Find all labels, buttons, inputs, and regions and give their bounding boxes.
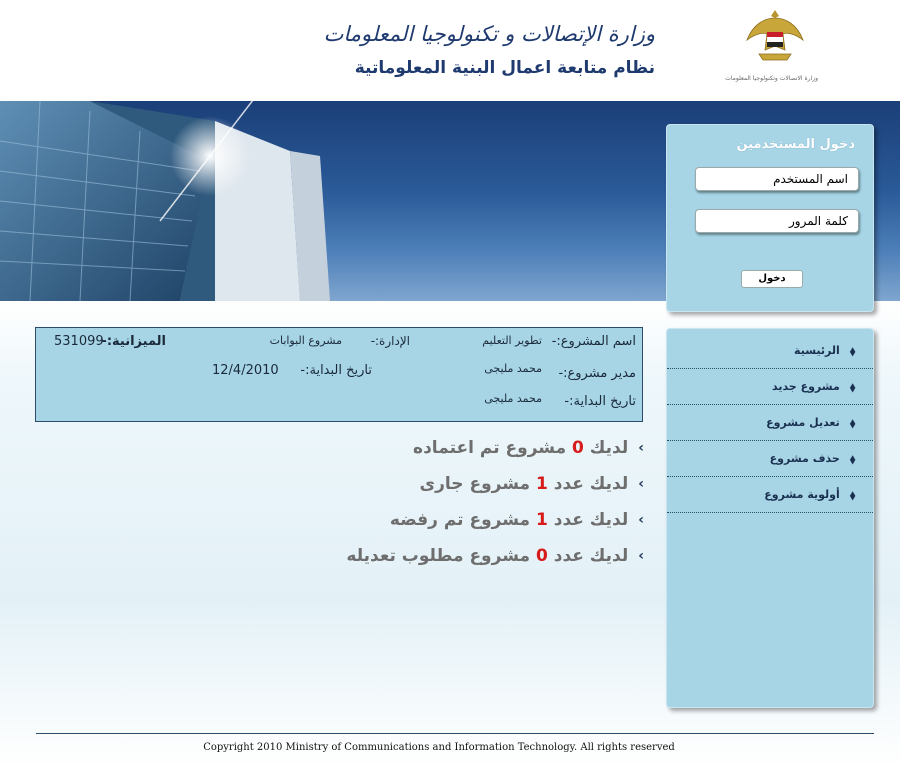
diamond-bullet-icon: ◆ — [849, 379, 856, 394]
nav-item-new-project[interactable]: ◆ مشروع جديد — [667, 369, 873, 405]
budget-value: 531099 — [54, 334, 104, 349]
login-title: دخول المستخدمين — [736, 137, 855, 152]
side-nav: ◆ الرئيسية ◆ مشروع جديد ◆ تعديل مشروع ◆ … — [666, 328, 874, 708]
status-prefix: لديك عدد — [553, 510, 629, 530]
nav-item-edit-project[interactable]: ◆ تعديل مشروع — [667, 405, 873, 441]
project-info-box: اسم المشروع:- تطوير التعليم الإدارة:- مش… — [35, 327, 643, 422]
status-in-progress[interactable]: › لديك عدد 1 مشروع جارى — [420, 472, 644, 496]
diamond-bullet-icon: ◆ — [849, 415, 856, 430]
nav-item-project-priority[interactable]: ◆ أولوية مشروع — [667, 477, 873, 513]
nav-item-home[interactable]: ◆ الرئيسية — [667, 333, 873, 369]
project-name-value: تطوير التعليم — [482, 334, 542, 347]
nav-item-label: أولوية مشروع — [764, 488, 840, 501]
nav-item-label: تعديل مشروع — [766, 416, 840, 429]
status-prefix: لديك عدد — [553, 474, 629, 494]
ministry-title: وزارة الإتصالات و تكنولوجيا المعلومات — [323, 22, 655, 46]
project-manager-label: مدير مشروع:- — [558, 366, 636, 381]
status-prefix: لديك — [589, 438, 629, 458]
footer-divider — [36, 733, 874, 734]
nav-item-delete-project[interactable]: ◆ حذف مشروع — [667, 441, 873, 477]
chevron-left-icon: › — [638, 512, 644, 528]
system-subtitle: نظام متابعة اعمال البنية المعلوماتية — [354, 58, 655, 78]
nav-item-label: حذف مشروع — [769, 452, 840, 465]
password-input[interactable]: كلمة المرور — [695, 209, 859, 233]
status-rejected[interactable]: › لديك عدد 1 مشروع تم رفضه — [390, 508, 644, 532]
nav-item-label: مشروع جديد — [771, 380, 840, 393]
login-button[interactable]: دخول — [741, 270, 803, 288]
chevron-left-icon: › — [638, 476, 644, 492]
diamond-bullet-icon: ◆ — [849, 343, 856, 358]
diamond-bullet-icon: ◆ — [849, 487, 856, 502]
diamond-bullet-icon: ◆ — [849, 451, 856, 466]
nav-item-label: الرئيسية — [794, 344, 840, 357]
status-count: 1 — [535, 474, 548, 494]
status-count: 0 — [572, 438, 584, 458]
site-header: وزارة الإتصالات و تكنولوجيا المعلومات نظ… — [0, 0, 900, 101]
department-value: مشروع البوابات — [269, 334, 342, 347]
emblem-caption: وزارة الاتصالات وتكنولوجيا المعلومات — [725, 75, 818, 82]
department-label: الإدارة:- — [370, 334, 410, 348]
status-approved[interactable]: › لديك 0 مشروع تم اعتماده — [413, 436, 644, 460]
status-suffix: مشروع مطلوب تعديله — [346, 546, 531, 566]
status-suffix: مشروع تم رفضه — [389, 510, 531, 530]
chevron-left-icon: › — [638, 440, 644, 456]
status-prefix: لديك عدد — [553, 546, 629, 566]
start-date-value-2: محمد مليجى — [484, 392, 542, 405]
login-panel: دخول المستخدمين اسم المستخدم كلمة المرور… — [666, 124, 874, 312]
status-count: 0 — [535, 546, 548, 566]
start-date-value: 12/4/2010 — [212, 363, 279, 378]
budget-label: الميزانية:- — [101, 334, 166, 349]
status-needs-edit[interactable]: › لديك عدد 0 مشروع مطلوب تعديله — [346, 544, 644, 568]
chevron-left-icon: › — [638, 548, 644, 564]
start-date-label: تاريخ البداية:- — [300, 363, 372, 378]
project-manager-value: محمد مليجى — [484, 362, 542, 375]
egypt-eagle-emblem-icon — [746, 10, 804, 61]
footer-copyright: Copyright 2010 Ministry of Communication… — [203, 742, 675, 753]
status-count: 1 — [535, 510, 548, 530]
start-date-label-2: تاريخ البداية:- — [564, 394, 636, 409]
status-suffix: مشروع جارى — [419, 474, 531, 494]
username-input[interactable]: اسم المستخدم — [695, 167, 859, 191]
status-suffix: مشروع تم اعتماده — [413, 438, 567, 458]
project-name-label: اسم المشروع:- — [551, 334, 636, 349]
